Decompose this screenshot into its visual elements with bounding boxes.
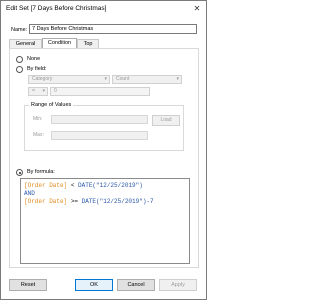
min-input[interactable] [51,115,148,124]
formula-keyword: AND [24,190,35,197]
edit-set-dialog: Edit Set [7 Days Before Christmas] ✕ Nam… [0,0,207,300]
formula-editor[interactable]: [Order Date] < DATE("12/25/2019") AND [O… [20,178,190,264]
formula-line-2: AND [24,190,186,198]
field-select-value: Category [32,76,53,82]
cancel-button[interactable]: Cancel [117,279,155,291]
field-select[interactable]: Category ▾ [28,75,110,84]
aggregation-select-value: Count [116,76,130,82]
close-icon[interactable]: ✕ [192,4,202,14]
range-of-values-title: Range of Values [29,102,74,109]
apply-button[interactable]: Apply [159,279,197,291]
chevron-down-icon: ▾ [104,76,107,82]
field-value-input[interactable]: 0 [50,87,150,96]
by-formula-label: By formula: [27,169,55,175]
max-label: Max: [33,132,44,138]
formula-operator: < [67,182,79,189]
aggregation-select[interactable]: Count ▾ [112,75,182,84]
condition-panel: None By field: Category ▾ Count ▾ = ▾ 0 … [9,48,199,268]
name-label: Name: [11,27,28,33]
window-title: Edit Set [7 Days Before Christmas] [6,5,107,12]
range-of-values-group: Range of Values Min: Max: Load [24,102,184,151]
formula-field: [Order Date] [24,198,68,205]
operator-select-value: = [32,88,35,94]
by-field-radio[interactable] [16,66,23,73]
none-label: None [27,56,41,62]
name-input[interactable]: 7 Days Before Christmas [29,24,197,34]
by-field-label: By field: [27,66,47,72]
formula-function: DATE("12/25/2019")-7 [81,198,154,205]
formula-line-3: [Order Date] >= DATE("12/25/2019")-7 [24,198,186,206]
reset-button[interactable]: Reset [9,279,47,291]
load-button[interactable]: Load [152,115,180,126]
formula-function: DATE("12/25/2019") [78,182,143,189]
min-label: Min: [33,116,43,122]
formula-operator: >= [67,198,82,205]
formula-line-1: [Order Date] < DATE("12/25/2019") [24,182,186,190]
none-radio[interactable] [16,56,23,63]
max-input[interactable] [51,131,148,140]
title-bar[interactable]: Edit Set [7 Days Before Christmas] ✕ [1,1,206,17]
chevron-down-icon: ▾ [176,76,179,82]
chevron-down-icon: ▾ [42,88,45,94]
operator-select[interactable]: = ▾ [28,87,48,96]
formula-field: [Order Date] [24,182,68,189]
ok-button[interactable]: OK [75,279,113,291]
by-formula-radio[interactable] [16,169,23,176]
